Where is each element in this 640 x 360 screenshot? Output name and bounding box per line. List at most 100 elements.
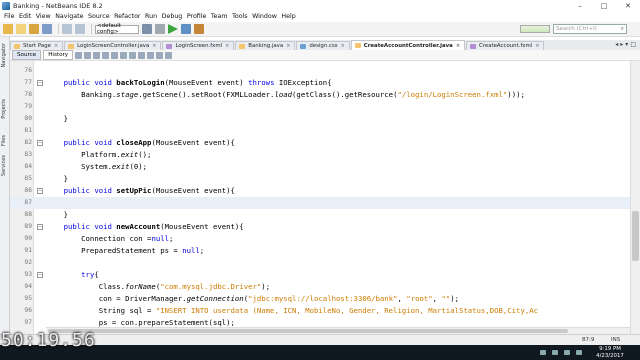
code-line[interactable]: 90 Connection con =null; xyxy=(10,233,630,245)
tab-loginscreen-fxml[interactable]: LoginScreen.fxml × xyxy=(162,41,235,50)
fold-toggle-icon[interactable]: − xyxy=(37,224,43,230)
uncomment-icon[interactable] xyxy=(165,51,173,59)
dock-navigator[interactable]: Navigator xyxy=(1,43,7,67)
menu-window[interactable]: Window xyxy=(252,13,277,20)
vertical-scrollbar[interactable] xyxy=(630,61,640,334)
menu-source[interactable]: Source xyxy=(88,13,110,20)
menu-view[interactable]: View xyxy=(36,13,51,20)
code-line[interactable]: 96 String sql = "INSERT INTO userdata (N… xyxy=(10,305,630,317)
language-icon[interactable] xyxy=(576,350,582,355)
close-tab-icon[interactable]: × xyxy=(54,43,58,49)
code-line[interactable]: 88 } xyxy=(10,209,630,221)
shift-right-icon[interactable] xyxy=(129,51,137,59)
code-line[interactable]: 89− public void newAccount(MouseEvent ev… xyxy=(10,221,630,233)
code-line[interactable]: 85 } xyxy=(10,173,630,185)
code-line[interactable]: 78 Banking.stage.getScene().setRoot(FXML… xyxy=(10,89,630,101)
line-number: 95 xyxy=(24,295,32,302)
open-project-icon[interactable] xyxy=(29,24,39,34)
redo-icon[interactable] xyxy=(75,24,85,34)
code-line[interactable]: 80 } xyxy=(10,113,630,125)
tab-loginscreencontroller[interactable]: LoginScreenController.java × xyxy=(64,41,162,50)
maximize-button[interactable]: □ xyxy=(592,0,616,11)
code-line[interactable]: 81 xyxy=(10,125,630,137)
code-line[interactable]: 86− public void setUpPic(MouseEvent even… xyxy=(10,185,630,197)
close-button[interactable]: ✕ xyxy=(616,0,640,11)
search-input[interactable]: Search (Ctrl+I) ⌕ xyxy=(553,24,627,34)
menu-team[interactable]: Team xyxy=(211,13,228,20)
code-line[interactable]: 87 xyxy=(10,197,630,209)
menu-tools[interactable]: Tools xyxy=(232,13,248,20)
menu-help[interactable]: Help xyxy=(281,13,295,20)
code-line[interactable]: 82− public void closeApp(MouseEvent even… xyxy=(10,137,630,149)
code-line[interactable]: 79 xyxy=(10,101,630,113)
code-line[interactable]: 84 System.exit(0); xyxy=(10,161,630,173)
tab-createaccount-fxml[interactable]: CreateAccount.fxml × xyxy=(466,41,545,50)
comment-icon[interactable] xyxy=(156,51,164,59)
new-project-icon[interactable] xyxy=(3,24,13,34)
dock-projects[interactable]: Projects xyxy=(1,99,7,119)
menu-file[interactable]: File xyxy=(4,13,15,20)
code-line[interactable]: 91 PreparedStatement ps = null; xyxy=(10,245,630,257)
code-line[interactable]: 83 Platform.exit(); xyxy=(10,149,630,161)
tab-createaccountcontroller[interactable]: CreateAccountController.java × xyxy=(350,40,466,50)
fold-toggle-icon[interactable]: − xyxy=(37,80,43,86)
profile-icon[interactable] xyxy=(194,24,204,34)
config-select[interactable]: <default config> xyxy=(95,23,139,35)
dock-files[interactable]: Files xyxy=(1,135,7,146)
save-all-icon[interactable] xyxy=(42,24,52,34)
code-line[interactable]: 76 xyxy=(10,65,630,77)
build-hammer-icon[interactable] xyxy=(142,24,152,34)
close-tab-icon[interactable]: × xyxy=(535,43,539,49)
battery-icon[interactable] xyxy=(564,350,570,355)
volume-icon[interactable] xyxy=(552,350,558,355)
shift-left-icon[interactable] xyxy=(120,51,128,59)
new-file-icon[interactable] xyxy=(16,24,26,34)
code-token: stage xyxy=(116,90,139,99)
fold-toggle-icon[interactable]: − xyxy=(37,188,43,194)
debug-icon[interactable] xyxy=(181,24,191,34)
forward-icon[interactable] xyxy=(93,51,101,59)
code-line[interactable]: 93− try{ xyxy=(10,269,630,281)
close-tab-icon[interactable]: × xyxy=(341,43,345,49)
horizontal-scroll-thumb[interactable] xyxy=(48,329,568,333)
code-line[interactable]: 95 con = DriverManager.getConnection("jd… xyxy=(10,293,630,305)
code-line[interactable]: 94 Class.forName("com.mysql.jdbc.Driver"… xyxy=(10,281,630,293)
vertical-scroll-thumb[interactable] xyxy=(632,211,639,261)
tab-history[interactable]: History xyxy=(43,50,74,60)
tab-start-page[interactable]: Start Page × xyxy=(10,41,64,50)
menu-run[interactable]: Run xyxy=(145,13,157,20)
clean-build-icon[interactable] xyxy=(155,24,165,34)
close-tab-icon[interactable]: × xyxy=(456,43,460,49)
menu-profile[interactable]: Profile xyxy=(187,13,207,20)
toggle-highlight-icon[interactable] xyxy=(111,51,119,59)
horizontal-scrollbar[interactable] xyxy=(46,327,630,334)
fold-toggle-icon[interactable]: − xyxy=(37,272,43,278)
tab-design-css[interactable]: design.css × xyxy=(296,41,350,50)
code-editor[interactable]: 76 77− public void backToLogin(MouseEvent… xyxy=(10,61,630,334)
menu-navigate[interactable]: Navigate xyxy=(55,13,83,20)
close-tab-icon[interactable]: × xyxy=(286,43,290,49)
last-edit-icon[interactable] xyxy=(75,51,83,59)
menu-refactor[interactable]: Refactor xyxy=(114,13,140,20)
code-line[interactable]: 92 xyxy=(10,257,630,269)
tab-navigation-arrows-icon[interactable]: ◂▸▾□ xyxy=(615,41,638,48)
run-icon[interactable] xyxy=(168,24,178,34)
close-tab-icon[interactable]: × xyxy=(152,43,156,49)
taskbar-clock[interactable]: 9:19 PM 4/23/2017 xyxy=(590,346,630,359)
macro-stop-icon[interactable] xyxy=(147,51,155,59)
memory-indicator[interactable] xyxy=(520,25,550,33)
code-line[interactable]: 77− public void backToLogin(MouseEvent e… xyxy=(10,77,630,89)
menu-debug[interactable]: Debug xyxy=(162,13,183,20)
close-tab-icon[interactable]: × xyxy=(225,43,229,49)
dock-services[interactable]: Services xyxy=(1,155,7,176)
network-icon[interactable] xyxy=(540,350,546,355)
back-icon[interactable] xyxy=(84,51,92,59)
macro-record-icon[interactable] xyxy=(138,51,146,59)
undo-icon[interactable] xyxy=(62,24,72,34)
find-icon[interactable] xyxy=(102,51,110,59)
menu-edit[interactable]: Edit xyxy=(19,13,31,20)
minimize-button[interactable]: – xyxy=(568,0,592,11)
tab-source[interactable]: Source xyxy=(12,50,42,60)
fold-toggle-icon[interactable]: − xyxy=(37,140,43,146)
tab-banking[interactable]: Banking.java × xyxy=(235,41,296,50)
